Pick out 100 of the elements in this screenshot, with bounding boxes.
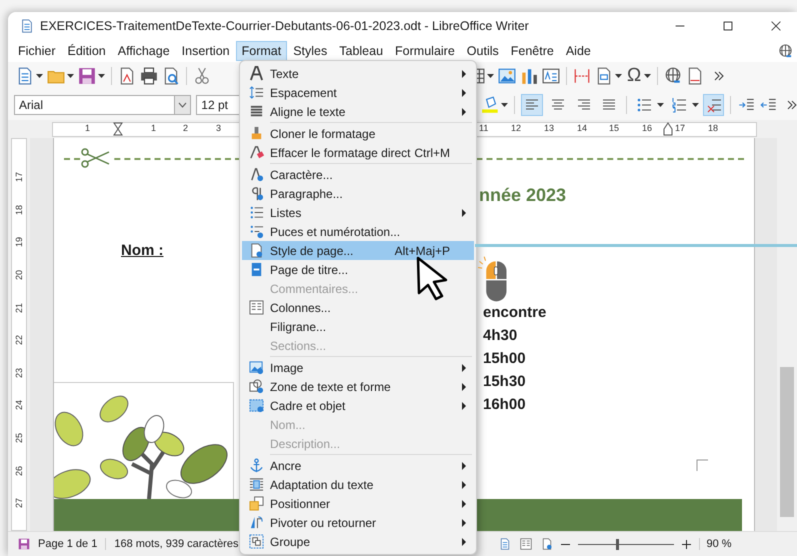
document-text: encontre <box>483 304 546 321</box>
document-heading: nnée 2023 <box>479 185 566 206</box>
menu-item[interactable]: Fenêtre <box>504 41 560 61</box>
menu-item[interactable]: Cadre et objet <box>242 396 474 415</box>
menu-item-icon <box>248 534 264 549</box>
ruler-number: 17 <box>14 172 24 182</box>
dropdown-caret-icon[interactable] <box>487 74 494 78</box>
ruler-number: 17 <box>675 123 686 133</box>
ruler-number: 20 <box>14 270 24 280</box>
menu-item[interactable]: Outils <box>460 41 505 61</box>
menu-item[interactable]: Tableau <box>333 41 390 61</box>
chart-icon[interactable] <box>520 67 538 85</box>
menu-item[interactable]: Affichage <box>112 41 176 61</box>
save-status-icon[interactable] <box>18 538 30 550</box>
menu-item[interactable]: Page de titre... <box>242 260 474 279</box>
globe-icon[interactable] <box>778 44 793 58</box>
maximize-icon[interactable] <box>721 19 735 33</box>
document-text: 4h30 <box>483 327 518 344</box>
menu-item[interactable]: Fichier <box>12 41 62 61</box>
menu-item-icon <box>248 360 264 375</box>
special-character-button[interactable]: Ω <box>626 65 642 87</box>
hyperlink-icon[interactable] <box>664 67 682 85</box>
ruler-number: 23 <box>14 368 24 378</box>
menu-item[interactable]: Styles <box>287 41 334 61</box>
menu-item[interactable]: Style de page... Alt+Maj+P <box>242 241 474 260</box>
zoom-slider-thumb[interactable] <box>616 538 619 550</box>
ruler-number: 3 <box>216 123 222 133</box>
print-preview-icon[interactable] <box>162 67 180 85</box>
menu-item[interactable]: Puces et numérotation... <box>242 222 474 241</box>
margin-corner-mark <box>696 459 708 471</box>
cut-icon[interactable] <box>193 67 211 85</box>
new-document-icon[interactable] <box>16 67 34 85</box>
font-name-field[interactable]: Arial <box>14 95 176 115</box>
menu-item[interactable]: Listes <box>242 203 474 222</box>
menu-item-icon <box>248 104 264 119</box>
dropdown-caret-icon[interactable] <box>36 74 43 78</box>
menu-item[interactable]: Aide <box>560 41 597 61</box>
image-icon[interactable] <box>498 67 516 85</box>
dropdown-caret-icon[interactable] <box>98 74 105 78</box>
overflow-icon[interactable] <box>714 71 724 81</box>
menu-item[interactable]: Effacer le formatage direct Ctrl+M <box>242 143 474 162</box>
menu-item[interactable]: Caractère... <box>242 165 474 184</box>
menu-item[interactable]: Adaptation du texte <box>242 475 474 494</box>
ruler-number: 21 <box>14 302 24 313</box>
field-icon[interactable] <box>595 67 613 85</box>
menu-item[interactable]: Édition <box>62 41 112 61</box>
ruler-number: 14 <box>577 123 588 133</box>
dropdown-caret-icon[interactable] <box>657 103 664 107</box>
menu-item[interactable]: Insertion <box>176 41 236 61</box>
menu-item[interactable]: Filigrane... <box>242 317 474 336</box>
menu-item-icon <box>248 205 264 220</box>
pdf-export-icon[interactable] <box>118 67 136 85</box>
menu-item[interactable]: Colonnes... <box>242 298 474 317</box>
scrollbar-thumb[interactable] <box>780 367 794 517</box>
zoom-level[interactable]: 90 % <box>699 538 740 550</box>
multi-page-view-icon[interactable] <box>519 538 534 550</box>
menu-item[interactable]: Paragraphe... <box>242 184 474 203</box>
ruler-number: 26 <box>14 466 24 476</box>
menu-item-icon <box>248 515 264 530</box>
menu-item-icon <box>248 477 264 492</box>
book-view-icon[interactable] <box>541 538 554 550</box>
horizontal-rule-icon[interactable] <box>573 67 591 85</box>
menu-item-icon <box>248 66 264 81</box>
zoom-in-icon[interactable] <box>682 540 692 548</box>
page-count: Page 1 de 1 <box>38 538 106 550</box>
text-box-icon[interactable] <box>542 67 560 85</box>
highlighter-icon[interactable] <box>481 96 500 114</box>
menu-item[interactable]: Zone de texte et forme <box>242 377 474 396</box>
caret-icon[interactable] <box>178 102 188 108</box>
menu-item-icon <box>248 300 264 315</box>
ruler-number: 13 <box>544 123 554 133</box>
dropdown-caret-icon[interactable] <box>67 74 74 78</box>
indent-marker-icon[interactable] <box>113 122 123 136</box>
dropdown-caret-icon[interactable] <box>615 74 622 78</box>
overflow-icon[interactable] <box>787 100 797 110</box>
dropdown-caret-icon[interactable] <box>501 103 508 107</box>
ruler-number: 11 <box>479 123 488 133</box>
dropdown-caret-icon[interactable] <box>644 74 652 78</box>
menu-item[interactable]: Ancre <box>242 456 474 475</box>
scrollbar[interactable] <box>777 138 797 531</box>
menu-item[interactable]: Positionner <box>242 494 474 513</box>
save-icon[interactable] <box>78 67 96 85</box>
ruler-number: 12 <box>511 123 522 133</box>
menu-item[interactable]: Image <box>242 358 474 377</box>
menu-item[interactable]: Cloner le formatage <box>242 124 474 143</box>
indent-marker-icon[interactable] <box>663 122 673 136</box>
window-title: EXERCICES-TraitementDeTexte-Courrier-Debutants-06-01-2023.odt - LibreOffice Writer <box>40 19 529 33</box>
mouse-pointer-icon <box>416 256 450 302</box>
single-page-view-icon[interactable] <box>499 538 512 550</box>
menu-item[interactable]: Texte <box>242 64 474 83</box>
menu-item[interactable]: Pivoter ou retourner <box>242 513 474 532</box>
menu-item-icon <box>248 224 264 239</box>
menu-item-icon <box>248 496 264 511</box>
menu-item[interactable]: Formulaire <box>389 41 461 61</box>
dropdown-button[interactable] <box>175 95 192 115</box>
printer-icon[interactable] <box>140 67 158 85</box>
dropdown-caret-icon[interactable] <box>692 103 699 107</box>
close-icon[interactable] <box>769 19 783 33</box>
menu-item[interactable]: Format <box>236 41 288 61</box>
ruler-number: 25 <box>14 433 24 444</box>
